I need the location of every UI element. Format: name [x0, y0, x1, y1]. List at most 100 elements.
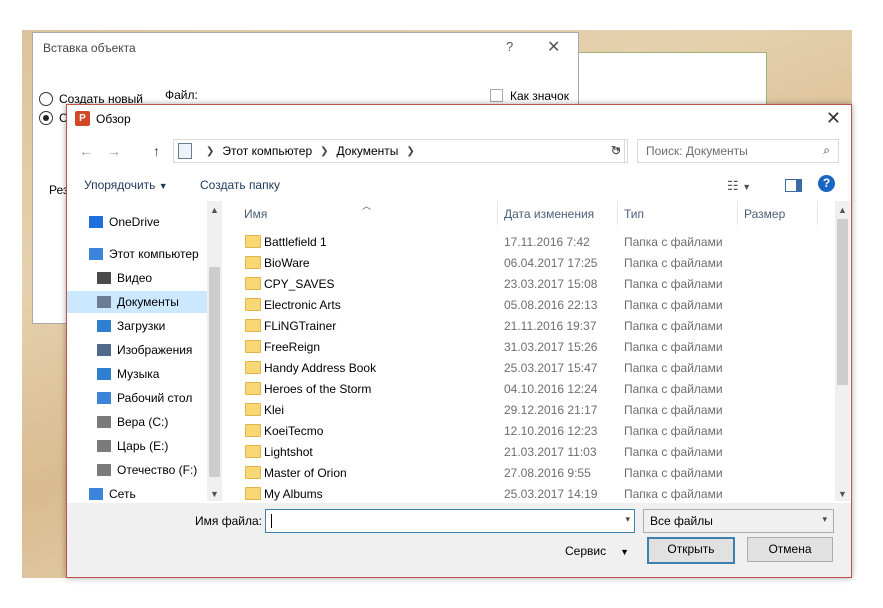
help-button[interactable]: ? — [506, 39, 513, 54]
file-date: 25.03.2017 15:47 — [504, 361, 598, 375]
column-date[interactable]: Дата изменения — [504, 207, 594, 221]
file-date: 05.08.2016 22:13 — [504, 298, 598, 312]
sidebar-item[interactable]: Отечество (F:) — [67, 459, 207, 481]
breadcrumb-documents[interactable]: Документы — [337, 144, 399, 158]
column-name[interactable]: Имя — [244, 207, 267, 221]
file-type: Папка с файлами — [624, 424, 723, 438]
sidebar-item[interactable]: Вера (C:) — [67, 411, 207, 433]
filename-input[interactable]: ▾ — [265, 509, 635, 533]
file-name: KoeiTecmo — [264, 424, 324, 438]
sidebar-item-label: Вера (C:) — [117, 415, 169, 429]
file-row[interactable]: Battlefield 1 17.11.2016 7:42 Папка с файл… — [237, 231, 835, 252]
nav-scroll-thumb[interactable] — [209, 267, 220, 477]
file-row[interactable]: Lightshot 21.03.2017 11:03 Папка с файлами — [237, 441, 835, 462]
powerpoint-icon: P — [75, 111, 90, 126]
sidebar-item-label: Изображения — [117, 343, 193, 357]
forward-icon[interactable]: → — [107, 143, 121, 159]
folder-icon — [245, 319, 261, 332]
radio-create-from-file[interactable] — [39, 111, 53, 125]
file-row[interactable]: Klei 29.12.2016 21:17 Папка с файлами — [237, 399, 835, 420]
up-icon[interactable]: ↑ — [153, 143, 160, 159]
chevron-right-icon: ❯ — [406, 145, 415, 157]
file-date: 23.03.2017 15:08 — [504, 277, 598, 291]
folder-icon — [245, 382, 261, 395]
breadcrumb-computer[interactable]: Этот компьютер — [222, 144, 312, 158]
sidebar-item-label: Царь (E:) — [117, 439, 169, 453]
sidebar-item[interactable]: Рабочий стол — [67, 387, 207, 409]
file-type: Папка с файлами — [624, 277, 723, 291]
desktop-icon — [97, 392, 111, 404]
file-date: 21.11.2016 19:37 — [504, 319, 597, 333]
toolbar: Упорядочить ▼ Создать папку ☷ ▼ ? — [67, 169, 851, 199]
file-row[interactable]: FreeReign 31.03.2017 15:26 Папка с файлами — [237, 336, 835, 357]
file-type: Папка с файлами — [624, 319, 723, 333]
file-row[interactable]: FLiNGTrainer 21.11.2016 19:37 Папка с файл… — [237, 315, 835, 336]
file-type: Папка с файлами — [624, 361, 723, 375]
file-row[interactable]: Heroes of the Storm 04.10.2016 12:24 Папка… — [237, 378, 835, 399]
sidebar-item[interactable]: Музыка — [67, 363, 207, 385]
sidebar-item-label: Музыка — [117, 367, 160, 381]
onedrive-icon — [89, 216, 103, 228]
sidebar-item[interactable]: Сеть — [67, 483, 207, 505]
view-options-icon[interactable]: ☷ ▼ — [727, 178, 751, 194]
open-button[interactable]: Открыть — [647, 537, 735, 564]
folder-icon — [245, 361, 261, 374]
sidebar-item[interactable]: Этот компьютер — [67, 243, 207, 265]
insert-object-title: Вставка объекта — [43, 41, 136, 55]
file-scroll-thumb[interactable] — [837, 219, 848, 385]
file-row[interactable]: BioWare 06.04.2017 17:25 Папка с файлами — [237, 252, 835, 273]
scroll-up-icon[interactable]: ▲ — [210, 205, 219, 215]
sidebar-item[interactable]: Загрузки — [67, 315, 207, 337]
file-date: 12.10.2016 12:23 — [504, 424, 598, 438]
as-icon-checkbox[interactable] — [490, 89, 503, 102]
folder-icon — [245, 466, 261, 479]
sidebar-item-label: Рабочий стол — [117, 391, 193, 405]
help-icon[interactable]: ? — [818, 175, 835, 192]
nav-scrollbar[interactable]: ▲ ▼ — [207, 201, 222, 501]
sidebar-item-label: Документы — [117, 295, 179, 309]
sidebar-item[interactable]: Изображения — [67, 339, 207, 361]
chevron-down-icon[interactable]: ▾ — [625, 514, 630, 525]
tools-button[interactable]: Сервис ▼ — [565, 544, 629, 558]
pictures-icon — [97, 344, 111, 356]
sidebar-item[interactable]: OneDrive — [67, 211, 207, 233]
close-icon[interactable]: ✕ — [826, 108, 841, 129]
scroll-up-icon[interactable]: ▲ — [838, 205, 847, 215]
scroll-down-icon[interactable]: ▼ — [838, 489, 847, 499]
file-type-value: Все файлы — [650, 514, 713, 528]
new-folder-button[interactable]: Создать папку — [200, 178, 280, 192]
file-row[interactable]: CPY_SAVES 23.03.2017 15:08 Папка с файлами — [237, 273, 835, 294]
folder-icon — [245, 256, 261, 269]
file-row[interactable]: KoeiTecmo 12.10.2016 12:23 Папка с файлами — [237, 420, 835, 441]
address-bar[interactable]: ❯ Этот компьютер ❯ Документы ❯ ▾ — [173, 139, 625, 163]
column-type[interactable]: Тип — [624, 207, 644, 221]
search-input[interactable]: Поиск: Документы ⌕ — [637, 139, 839, 163]
network-icon — [89, 488, 103, 500]
file-type-select[interactable]: Все файлы ▾ — [643, 509, 834, 533]
close-button[interactable]: ✕ — [547, 37, 560, 57]
organize-button[interactable]: Упорядочить ▼ — [84, 178, 168, 192]
file-type: Папка с файлами — [624, 466, 723, 480]
sidebar-item[interactable]: Документы — [67, 291, 207, 313]
file-row[interactable]: Electronic Arts 05.08.2016 22:13 Папка с ф… — [237, 294, 835, 315]
file-name: CPY_SAVES — [264, 277, 335, 291]
file-date: 06.04.2017 17:25 — [504, 256, 598, 270]
downloads-icon — [97, 320, 111, 332]
folder-icon — [245, 487, 261, 500]
file-row[interactable]: My Albums 25.03.2017 14:19 Папка с файлами — [237, 483, 835, 504]
column-divider — [817, 201, 818, 225]
cancel-button[interactable]: Отмена — [747, 537, 833, 562]
scroll-down-icon[interactable]: ▼ — [210, 489, 219, 499]
file-row[interactable]: Master of Orion 27.08.2016 9:55 Папка с фа… — [237, 462, 835, 483]
column-size[interactable]: Размер — [744, 207, 785, 221]
refresh-icon[interactable]: ↻ — [605, 139, 628, 163]
radio-create-new[interactable] — [39, 92, 53, 106]
music-icon — [97, 368, 111, 380]
sidebar-item[interactable]: Царь (E:) — [67, 435, 207, 457]
preview-pane-icon[interactable] — [785, 179, 802, 192]
sidebar-item-label: OneDrive — [109, 215, 160, 229]
file-list-scrollbar[interactable]: ▲ ▼ — [835, 201, 850, 501]
back-icon[interactable]: ← — [79, 143, 93, 159]
sidebar-item[interactable]: Видео — [67, 267, 207, 289]
file-row[interactable]: Handy Address Book 25.03.2017 15:47 Папка … — [237, 357, 835, 378]
